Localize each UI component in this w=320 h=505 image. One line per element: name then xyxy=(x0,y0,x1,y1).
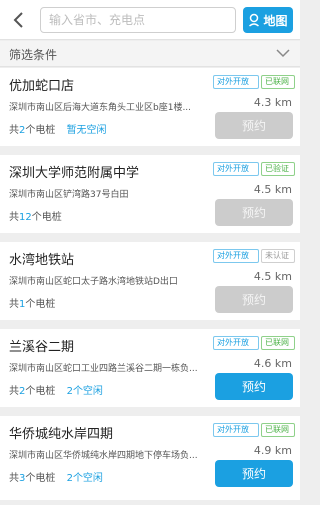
reserve-button[interactable]: 预约 xyxy=(215,460,293,487)
station-card[interactable]: 深圳大学师范附属中学 对外开放 已验证 深圳市南山区铲湾路37号白田 4.5 k… xyxy=(0,155,300,233)
idle-suffix: 个空闲 xyxy=(72,386,103,397)
station-card[interactable]: 优加蛇口店 对外开放 已联网 深圳市南山区后海大道东角头工业区b座1楼... 4… xyxy=(0,68,300,146)
pile-prefix: 共 xyxy=(9,473,19,484)
idle-status: 暂无空闲 xyxy=(67,125,107,136)
chevron-down-icon xyxy=(276,49,290,58)
open-tag: 对外开放 xyxy=(213,162,259,176)
status-tag: 未认证 xyxy=(261,249,295,263)
status-tag: 已联网 xyxy=(261,336,295,350)
reserve-button[interactable]: 预约 xyxy=(215,373,293,400)
idle-suffix: 个空闲 xyxy=(72,473,103,484)
pile-info: 共2个电桩 暂无空闲 xyxy=(9,121,107,136)
station-distance: 4.5 km xyxy=(253,183,292,196)
station-name: 优加蛇口店 xyxy=(9,79,75,94)
reserve-button[interactable]: 预约 xyxy=(215,286,293,313)
back-button[interactable] xyxy=(8,9,28,31)
station-card[interactable]: 兰溪谷二期 对外开放 已联网 深圳市南山区蛇口工业四路兰溪谷二期一栋负... 4… xyxy=(0,329,300,407)
chevron-left-icon xyxy=(13,12,23,28)
station-address: 深圳市南山区后海大道东角头工业区b座1楼... xyxy=(9,103,192,113)
station-name: 水湾地铁站 xyxy=(9,253,75,268)
map-button[interactable]: 地图 xyxy=(243,7,293,33)
pile-info: 共2个电桩 2个空闲 xyxy=(9,382,103,397)
station-card[interactable]: 华侨城纯水岸四期 对外开放 已联网 深圳市南山区华侨城纯水岸四期地下停车场负..… xyxy=(0,416,300,500)
reserve-button[interactable]: 预约 xyxy=(215,112,293,139)
idle-status: 2个空闲 xyxy=(67,473,103,484)
pile-prefix: 共 xyxy=(9,299,19,310)
pile-count: 12 xyxy=(19,212,32,223)
station-address: 深圳市南山区铲湾路37号白田 xyxy=(9,190,129,200)
pile-suffix: 个电桩 xyxy=(25,125,56,136)
station-card[interactable]: 水湾地铁站 对外开放 未认证 深圳市南山区蛇口太子路水湾地铁站D出口 4.5 k… xyxy=(0,242,300,320)
pile-suffix: 个电桩 xyxy=(25,299,56,310)
top-bar: 地图 xyxy=(0,0,300,40)
station-address: 深圳市南山区华侨城纯水岸四期地下停车场负... xyxy=(9,451,198,461)
search-input[interactable] xyxy=(41,8,235,32)
pile-prefix: 共 xyxy=(9,386,19,397)
reserve-button[interactable]: 预约 xyxy=(215,199,293,226)
filter-bar[interactable]: 筛选条件 xyxy=(0,41,300,67)
pile-info: 共1个电桩 xyxy=(9,295,55,310)
station-address: 深圳市南山区蛇口太子路水湾地铁站D出口 xyxy=(9,277,178,287)
idle-status: 2个空闲 xyxy=(67,386,103,397)
station-name: 深圳大学师范附属中学 xyxy=(9,166,140,181)
pile-info: 共3个电桩 2个空闲 xyxy=(9,469,103,484)
pile-info: 共12个电桩 xyxy=(9,208,62,223)
idle-text: 暂无空闲 xyxy=(66,125,107,136)
station-name: 兰溪谷二期 xyxy=(9,340,75,355)
pile-suffix: 个电桩 xyxy=(25,473,56,484)
pile-suffix: 个电桩 xyxy=(25,386,56,397)
status-tag: 已联网 xyxy=(261,423,295,437)
status-tag: 已验证 xyxy=(261,162,295,176)
filter-label: 筛选条件 xyxy=(9,48,58,62)
open-tag: 对外开放 xyxy=(213,75,259,89)
station-name: 华侨城纯水岸四期 xyxy=(9,427,114,442)
pile-prefix: 共 xyxy=(9,125,19,136)
open-tag: 对外开放 xyxy=(213,249,259,263)
station-address: 深圳市南山区蛇口工业四路兰溪谷二期一栋负... xyxy=(9,364,198,374)
search-field[interactable] xyxy=(40,7,236,33)
pile-prefix: 共 xyxy=(9,212,19,223)
open-tag: 对外开放 xyxy=(213,336,259,350)
station-distance: 4.5 km xyxy=(253,270,292,283)
location-pin-icon xyxy=(249,13,260,27)
pile-suffix: 个电桩 xyxy=(31,212,62,223)
map-button-label: 地图 xyxy=(263,13,288,28)
open-tag: 对外开放 xyxy=(213,423,259,437)
station-distance: 4.6 km xyxy=(253,357,292,370)
station-distance: 4.3 km xyxy=(253,96,292,109)
station-distance: 4.9 km xyxy=(253,444,292,457)
status-tag: 已联网 xyxy=(261,75,295,89)
